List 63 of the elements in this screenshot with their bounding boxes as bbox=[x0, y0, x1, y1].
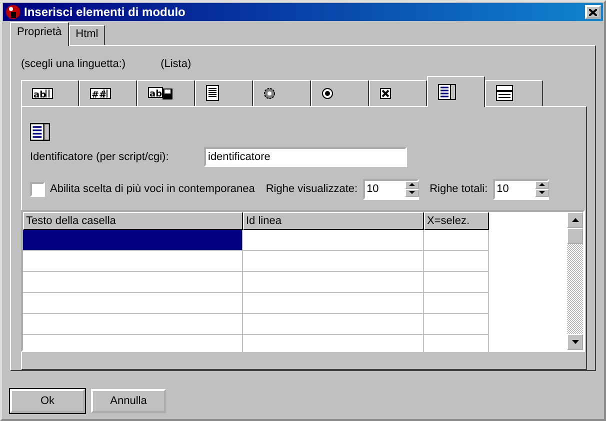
element-tab[interactable] bbox=[485, 80, 543, 106]
column-header[interactable]: X=selez. bbox=[424, 212, 489, 230]
close-button[interactable] bbox=[585, 5, 601, 19]
identifier-label: Identificatore (per script/cgi): bbox=[30, 150, 170, 163]
gear-icon bbox=[264, 88, 275, 99]
checkbox-icon bbox=[380, 88, 391, 99]
column-header[interactable]: Id linea bbox=[243, 212, 424, 230]
close-icon bbox=[589, 8, 597, 16]
table-cell[interactable] bbox=[424, 314, 489, 335]
list-icon bbox=[438, 84, 456, 100]
scroll-thumb[interactable] bbox=[567, 228, 583, 244]
ok-button[interactable]: Ok bbox=[10, 389, 85, 413]
table-cell[interactable] bbox=[424, 250, 489, 272]
spin-up-button[interactable] bbox=[534, 180, 549, 189]
stacked-boxes-icon bbox=[496, 85, 513, 102]
element-tab[interactable] bbox=[195, 80, 253, 106]
table-cell[interactable] bbox=[243, 314, 424, 335]
element-tab[interactable]: ab bbox=[137, 80, 195, 106]
spin-up-button[interactable] bbox=[404, 180, 419, 189]
tab[interactable]: Html bbox=[68, 25, 106, 45]
up-arrow-icon bbox=[538, 182, 546, 188]
text-lines-icon bbox=[206, 85, 219, 102]
table-cell[interactable] bbox=[424, 272, 489, 293]
table-cell[interactable] bbox=[23, 230, 243, 251]
visible-rows-label: Righe visualizzate: bbox=[266, 183, 358, 196]
window-title: Inserisci elementi di modulo bbox=[24, 5, 186, 19]
element-tab[interactable]: ab bbox=[21, 80, 79, 106]
table-cell[interactable] bbox=[23, 250, 243, 272]
identifier-field[interactable]: identificatore bbox=[204, 146, 407, 167]
up-arrow-icon bbox=[572, 218, 578, 222]
table-cell[interactable] bbox=[23, 314, 243, 335]
text-field-icon: ab bbox=[32, 88, 54, 99]
list-icon bbox=[30, 122, 52, 141]
table-cell[interactable] bbox=[243, 272, 424, 293]
radio-icon bbox=[322, 88, 333, 99]
table-cell[interactable] bbox=[424, 292, 489, 314]
checkbox[interactable] bbox=[30, 182, 45, 197]
table-cell[interactable] bbox=[424, 230, 489, 251]
table-cell[interactable] bbox=[243, 230, 424, 251]
type-label: (Lista) bbox=[160, 58, 192, 72]
down-arrow-icon bbox=[408, 190, 416, 196]
multiple-selection-label: Abilita scelta di più voci in contemporanea bbox=[50, 183, 255, 196]
scroll-down-button[interactable] bbox=[567, 334, 583, 350]
tab[interactable]: Proprietà bbox=[10, 22, 69, 46]
table-cell[interactable] bbox=[23, 292, 243, 314]
table-cell[interactable] bbox=[243, 250, 424, 272]
down-arrow-icon bbox=[538, 190, 546, 196]
down-arrow-icon bbox=[572, 340, 578, 344]
table-cell[interactable] bbox=[243, 292, 424, 314]
up-arrow-icon bbox=[408, 182, 416, 188]
hint-label: (scegli una linguetta:) bbox=[21, 58, 126, 72]
total-rows-label: Righe totali: bbox=[430, 183, 488, 196]
table-cell[interactable] bbox=[23, 272, 243, 293]
column-header[interactable]: Testo della casella bbox=[23, 212, 243, 230]
element-tab[interactable] bbox=[427, 76, 485, 107]
scroll-up-button[interactable] bbox=[567, 212, 583, 228]
cancel-button[interactable]: Annulla bbox=[91, 389, 166, 413]
app-logo-icon bbox=[5, 4, 21, 20]
total-rows-spinner[interactable]: 10 bbox=[492, 178, 549, 200]
element-tab[interactable] bbox=[253, 80, 311, 106]
visible-rows-spinner[interactable]: 10 bbox=[362, 178, 419, 200]
vertical-scrollbar[interactable] bbox=[567, 212, 583, 350]
element-tab[interactable] bbox=[311, 80, 369, 106]
